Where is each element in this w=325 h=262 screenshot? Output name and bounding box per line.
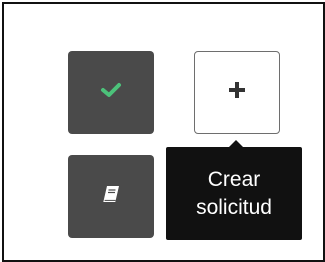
tooltip-text: Crear solicitud: [196, 167, 272, 219]
approve-button[interactable]: [68, 51, 154, 134]
plus-icon: [228, 81, 246, 104]
book-icon: [101, 184, 121, 209]
checkmark-icon: [100, 81, 122, 104]
tooltip-arrow: [228, 140, 244, 148]
tooltip: Crear solicitud: [166, 147, 302, 240]
create-request-button[interactable]: [194, 51, 280, 134]
notes-button[interactable]: [68, 155, 154, 238]
